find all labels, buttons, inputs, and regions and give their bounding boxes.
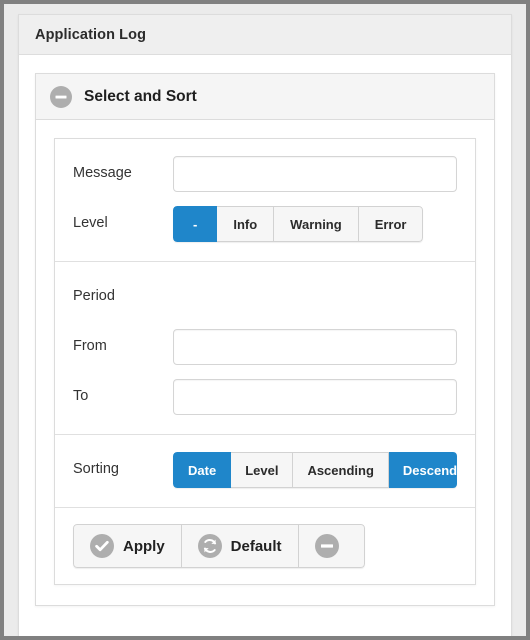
default-button-label: Default bbox=[230, 537, 282, 555]
application-log-panel: Application Log Select and Sort Message … bbox=[18, 14, 512, 636]
default-button[interactable]: Default bbox=[181, 524, 299, 568]
sorting-option-ascending[interactable]: Ascending bbox=[293, 452, 389, 488]
sorting-button-group: Date Level Ascending Descending bbox=[173, 452, 457, 488]
from-input[interactable] bbox=[173, 329, 457, 365]
select-and-sort-section: Select and Sort Message Level - Info War… bbox=[35, 73, 495, 606]
collapse-button[interactable] bbox=[298, 524, 365, 568]
filter-block-sorting: Sorting Date Level Ascending Descending bbox=[55, 434, 475, 507]
message-input[interactable] bbox=[173, 156, 457, 192]
section-header[interactable]: Select and Sort bbox=[36, 74, 494, 120]
minus-circle-icon[interactable] bbox=[50, 85, 72, 108]
message-row: Message bbox=[73, 153, 457, 195]
level-button-group: - Info Warning Error bbox=[173, 206, 424, 242]
level-option-warning[interactable]: Warning bbox=[274, 206, 359, 242]
action-button-group: Apply Default bbox=[73, 524, 365, 568]
check-circle-icon bbox=[90, 534, 114, 558]
period-label: Period bbox=[73, 288, 115, 305]
filter-form-card: Message Level - Info Warning Error Perio… bbox=[54, 138, 476, 585]
apply-button[interactable]: Apply bbox=[73, 524, 182, 568]
action-bar: Apply Default bbox=[55, 507, 475, 584]
to-input[interactable] bbox=[173, 379, 457, 415]
message-label: Message bbox=[73, 165, 132, 182]
level-option-error[interactable]: Error bbox=[358, 206, 424, 242]
application-window: Application Log Select and Sort Message … bbox=[0, 0, 530, 640]
level-row: Level - Info Warning Error bbox=[73, 203, 457, 245]
from-label: From bbox=[73, 338, 107, 355]
to-row: To bbox=[73, 376, 457, 418]
period-row: Period bbox=[73, 276, 457, 318]
sorting-option-descending[interactable]: Descending bbox=[388, 452, 457, 488]
level-option-info[interactable]: Info bbox=[217, 206, 275, 242]
minus-circle-icon bbox=[314, 534, 339, 558]
sorting-option-level[interactable]: Level bbox=[231, 452, 294, 488]
page-title: Application Log bbox=[35, 26, 147, 43]
panel-body: Select and Sort Message Level - Info War… bbox=[19, 55, 511, 622]
sorting-label: Sorting bbox=[73, 461, 119, 478]
reset-circle-icon bbox=[197, 534, 222, 558]
section-title: Select and Sort bbox=[84, 87, 197, 105]
sorting-option-date[interactable]: Date bbox=[173, 452, 232, 488]
from-row: From bbox=[73, 326, 457, 368]
level-label: Level bbox=[73, 215, 108, 232]
level-option-any[interactable]: - bbox=[173, 206, 218, 242]
apply-button-label: Apply bbox=[123, 537, 165, 555]
panel-title-bar: Application Log bbox=[19, 15, 511, 55]
sorting-row: Sorting Date Level Ascending Descending bbox=[73, 449, 457, 491]
to-label: To bbox=[73, 388, 89, 405]
filter-block-basic: Message Level - Info Warning Error bbox=[55, 139, 475, 261]
filter-block-period: Period From To bbox=[55, 261, 475, 434]
section-content: Message Level - Info Warning Error Perio… bbox=[36, 120, 494, 605]
